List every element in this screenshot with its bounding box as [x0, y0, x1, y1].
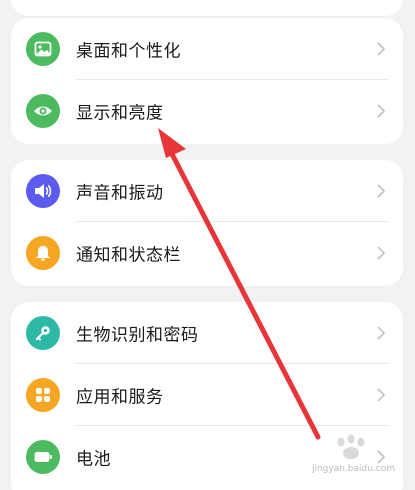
settings-screen: 桌面和个性化 显示和亮度 声音和振动 通知和状态栏 生物识别和密码 应用和服务 … — [0, 0, 415, 490]
settings-item-label: 桌面和个性化 — [76, 41, 181, 62]
eye-icon — [26, 94, 60, 128]
settings-item-label: 生物识别和密码 — [76, 325, 199, 346]
chevron-right-icon — [377, 104, 385, 118]
settings-item-desktop-personalization[interactable]: 桌面和个性化 — [11, 18, 403, 80]
chevron-right-icon — [377, 246, 385, 260]
settings-item-label: 应用和服务 — [76, 387, 164, 408]
settings-card-display: 桌面和个性化 显示和亮度 — [11, 18, 403, 144]
settings-item-display-brightness[interactable]: 显示和亮度 — [11, 80, 403, 142]
settings-item-notification-statusbar[interactable]: 通知和状态栏 — [11, 222, 403, 284]
settings-item-label: 电池 — [76, 449, 111, 470]
battery-icon — [26, 440, 60, 474]
settings-item-label: 通知和状态栏 — [76, 245, 181, 266]
chevron-right-icon — [377, 42, 385, 56]
chevron-right-icon — [377, 184, 385, 198]
chevron-right-icon — [377, 450, 385, 464]
image-icon — [26, 32, 60, 66]
settings-item-biometrics-password[interactable]: 生物识别和密码 — [11, 302, 403, 364]
apps-grid-icon — [26, 378, 60, 412]
key-icon — [26, 316, 60, 350]
chevron-right-icon — [377, 326, 385, 340]
settings-item-apps-services[interactable]: 应用和服务 — [11, 364, 403, 426]
speaker-icon — [26, 174, 60, 208]
settings-card-security: 生物识别和密码 应用和服务 电池 — [11, 302, 403, 490]
settings-item-sound-vibration[interactable]: 声音和振动 — [11, 160, 403, 222]
settings-item-label: 声音和振动 — [76, 183, 164, 204]
bell-icon — [26, 236, 60, 270]
settings-card-top — [11, 0, 403, 16]
settings-card-sound: 声音和振动 通知和状态栏 — [11, 160, 403, 286]
chevron-right-icon — [377, 388, 385, 402]
settings-item-battery[interactable]: 电池 — [11, 426, 403, 488]
settings-item-label: 显示和亮度 — [76, 103, 164, 124]
